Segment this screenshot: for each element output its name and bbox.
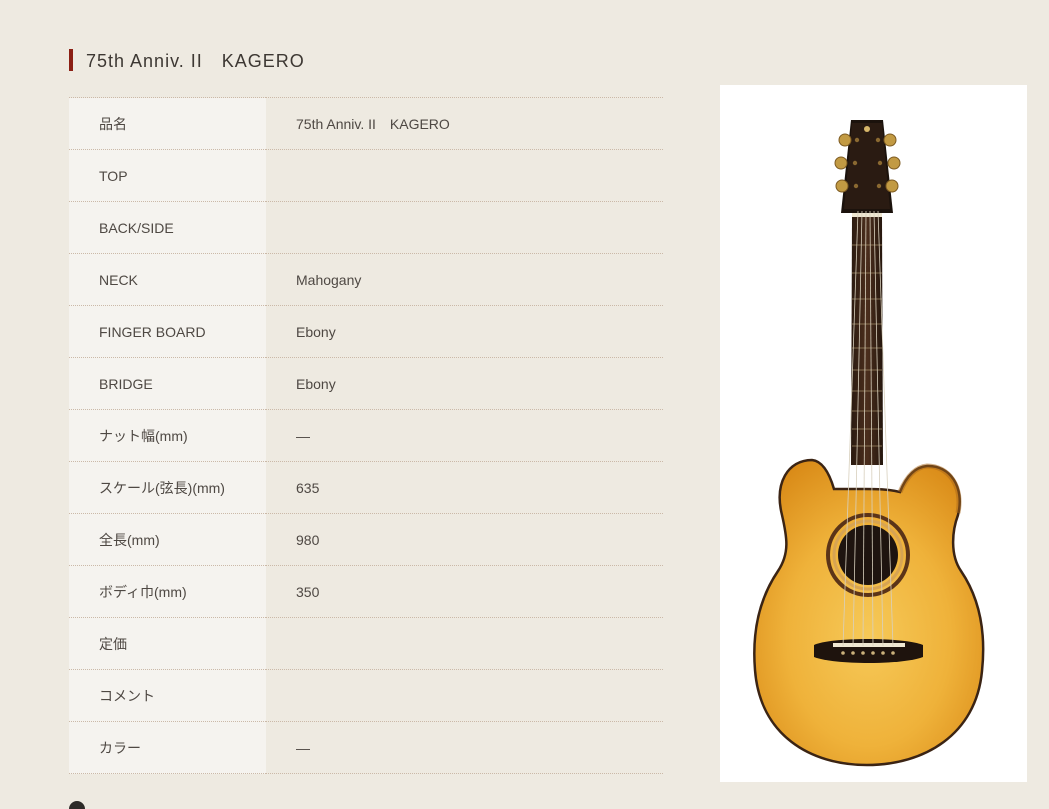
table-row: 品名 75th Anniv. II KAGERO <box>69 97 663 150</box>
table-row: カラー — <box>69 721 663 774</box>
table-row: BACK/SIDE <box>69 201 663 254</box>
spec-label: カラー <box>69 721 266 774</box>
table-row: スケール(弦長)(mm) 635 <box>69 461 663 514</box>
spec-label: ボディ巾(mm) <box>69 565 266 618</box>
spec-label: BRIDGE <box>69 357 266 410</box>
table-row: コメント <box>69 669 663 722</box>
product-page: 75th Anniv. II KAGERO 品名 75th Anniv. II … <box>0 0 1049 809</box>
title-accent-bar <box>69 49 73 71</box>
acoustic-guitar-image <box>753 120 985 767</box>
spec-label: FINGER BOARD <box>69 305 266 358</box>
page-title: 75th Anniv. II KAGERO <box>86 51 305 71</box>
table-row: NECK Mahogany <box>69 253 663 306</box>
spec-value: 75th Anniv. II KAGERO <box>296 115 450 132</box>
spec-value: 635 <box>296 479 320 496</box>
spec-label: ナット幅(mm) <box>69 409 266 462</box>
spec-value <box>266 150 663 202</box>
spec-label: BACK/SIDE <box>69 201 266 254</box>
spec-value: — <box>296 427 310 444</box>
spec-label: NECK <box>69 253 266 306</box>
spec-label: スケール(弦長)(mm) <box>69 461 266 514</box>
spec-label: 全長(mm) <box>69 513 266 566</box>
spec-label: TOP <box>69 149 266 202</box>
spec-value: Ebony <box>296 375 336 392</box>
table-row: ボディ巾(mm) 350 <box>69 565 663 618</box>
spec-label: 品名 <box>69 97 266 150</box>
spec-value <box>266 202 663 254</box>
bullet-icon <box>69 801 85 809</box>
spec-value: Ebony <box>296 323 336 340</box>
spec-label: コメント <box>69 669 266 722</box>
spec-value: 980 <box>296 531 320 548</box>
spec-value: 350 <box>296 583 320 600</box>
table-row: ナット幅(mm) — <box>69 409 663 462</box>
spec-table: 品名 75th Anniv. II KAGERO TOP BACK/SIDE N… <box>69 97 663 774</box>
spec-value <box>266 670 663 722</box>
page-header: 75th Anniv. II KAGERO <box>69 48 305 72</box>
spec-value: Mahogany <box>296 271 362 288</box>
table-row: TOP <box>69 149 663 202</box>
table-row: 全長(mm) 980 <box>69 513 663 566</box>
spec-label: 定価 <box>69 617 266 670</box>
spec-value <box>266 618 663 670</box>
table-row: BRIDGE Ebony <box>69 357 663 410</box>
table-row: 定価 <box>69 617 663 670</box>
spec-value: — <box>296 739 310 756</box>
table-row: FINGER BOARD Ebony <box>69 305 663 358</box>
product-image-panel[interactable] <box>720 85 1027 782</box>
